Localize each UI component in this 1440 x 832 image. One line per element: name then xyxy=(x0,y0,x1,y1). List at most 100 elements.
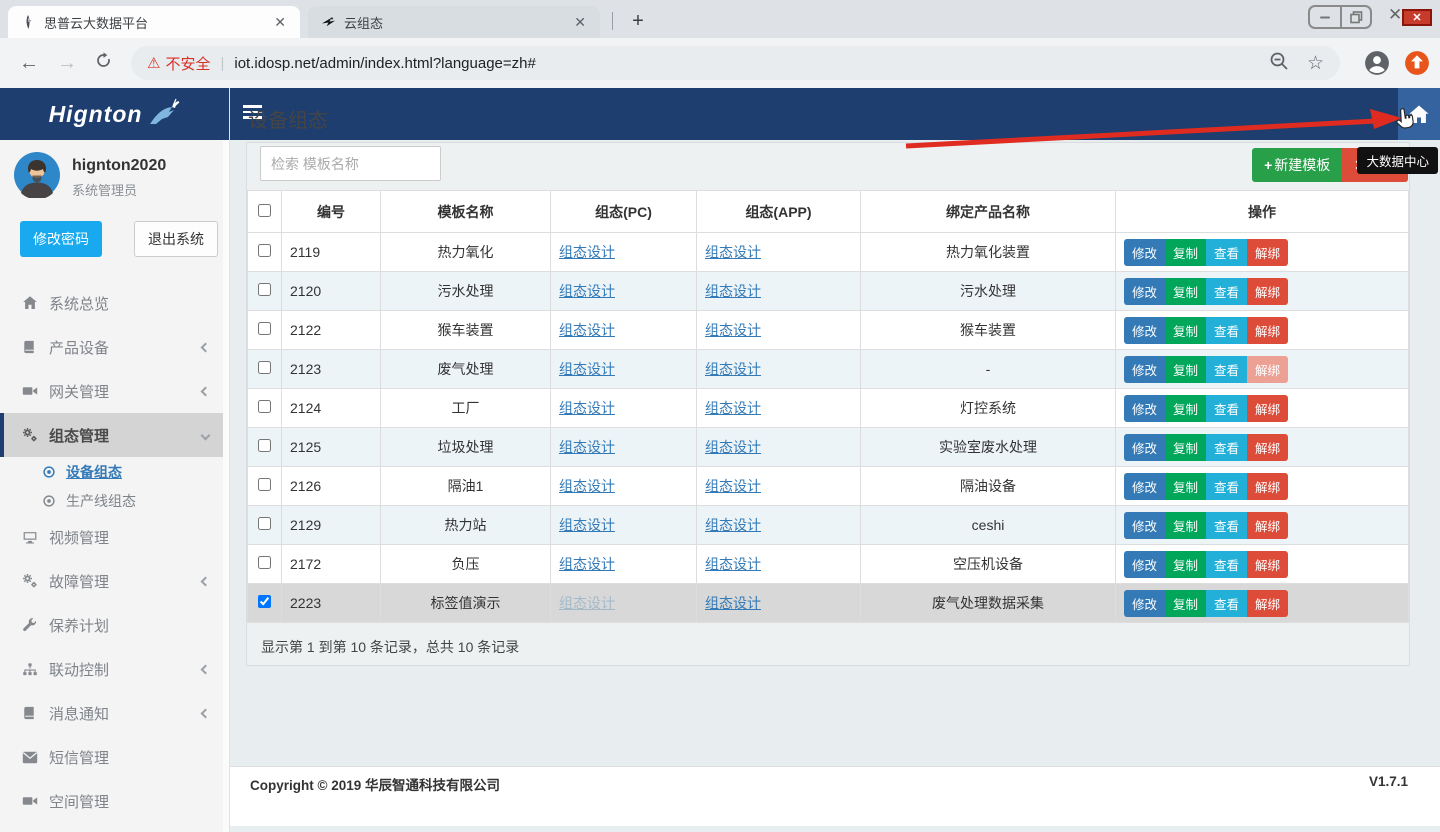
edit-button[interactable]: 修改 xyxy=(1124,356,1165,383)
edit-button[interactable]: 修改 xyxy=(1124,278,1165,305)
bookmark-star-icon[interactable]: ☆ xyxy=(1307,52,1324,75)
app-design-link[interactable]: 组态设计 xyxy=(705,244,761,260)
logout-button[interactable]: 退出系统 xyxy=(134,221,218,257)
row-checkbox[interactable] xyxy=(258,361,271,374)
edit-button[interactable]: 修改 xyxy=(1124,512,1165,539)
edit-button[interactable]: 修改 xyxy=(1124,239,1165,266)
row-checkbox[interactable] xyxy=(258,322,271,335)
zoom-out-icon[interactable] xyxy=(1269,51,1289,76)
pc-design-link[interactable]: 组态设计 xyxy=(559,400,615,416)
row-checkbox[interactable] xyxy=(258,400,271,413)
copy-button[interactable]: 复制 xyxy=(1165,434,1206,461)
app-design-link[interactable]: 组态设计 xyxy=(705,283,761,299)
sidebar-item-line-config[interactable]: 生产线组态 xyxy=(0,486,229,515)
tab-close-icon[interactable]: ✕ xyxy=(270,14,290,31)
app-design-link[interactable]: 组态设计 xyxy=(705,556,761,572)
close-button[interactable]: ✕ ✕ xyxy=(1388,5,1432,29)
row-checkbox[interactable] xyxy=(258,478,271,491)
restore-button[interactable] xyxy=(1340,7,1370,27)
sidebar-item-maintenance-plan[interactable]: 保养计划 xyxy=(0,603,229,647)
tab-platform[interactable]: 思普云大数据平台 ✕ xyxy=(8,6,300,38)
search-input[interactable] xyxy=(260,146,441,181)
sidebar-item-space-mgmt[interactable]: 空间管理 xyxy=(0,779,229,823)
sidebar-item-video-mgmt[interactable]: 视频管理 xyxy=(0,515,229,559)
url-field[interactable]: ⚠ 不安全 | iot.idosp.net/admin/index.html?l… xyxy=(131,46,1340,80)
edit-button[interactable]: 修改 xyxy=(1124,395,1165,422)
unbind-button[interactable]: 解绑 xyxy=(1247,317,1288,344)
sidebar-item-device-config[interactable]: 设备组态 xyxy=(0,457,229,486)
row-checkbox[interactable] xyxy=(258,439,271,452)
copy-button[interactable]: 复制 xyxy=(1165,239,1206,266)
app-design-link[interactable]: 组态设计 xyxy=(705,361,761,377)
sidebar-item-message-notify[interactable]: 消息通知 xyxy=(0,691,229,735)
view-button[interactable]: 查看 xyxy=(1206,356,1247,383)
app-design-link[interactable]: 组态设计 xyxy=(705,400,761,416)
view-button[interactable]: 查看 xyxy=(1206,317,1247,344)
forward-icon[interactable]: → xyxy=(57,52,77,75)
edit-button[interactable]: 修改 xyxy=(1124,317,1165,344)
unbind-button[interactable]: 解绑 xyxy=(1247,239,1288,266)
unbind-button[interactable]: 解绑 xyxy=(1247,278,1288,305)
copy-button[interactable]: 复制 xyxy=(1165,512,1206,539)
row-checkbox[interactable] xyxy=(258,517,271,530)
view-button[interactable]: 查看 xyxy=(1206,473,1247,500)
row-checkbox[interactable] xyxy=(258,556,271,569)
unbind-button[interactable]: 解绑 xyxy=(1247,590,1288,617)
pc-design-link[interactable]: 组态设计 xyxy=(559,361,615,377)
row-checkbox[interactable] xyxy=(258,244,271,257)
row-checkbox[interactable] xyxy=(258,595,271,608)
unbind-button[interactable]: 解绑 xyxy=(1247,473,1288,500)
copy-button[interactable]: 复制 xyxy=(1165,473,1206,500)
tab-cloud-config[interactable]: 云组态 ✕ xyxy=(308,6,600,38)
unbind-button[interactable]: 解绑 xyxy=(1247,356,1288,383)
app-design-link[interactable]: 组态设计 xyxy=(705,478,761,494)
big-data-center-home-button[interactable] xyxy=(1398,88,1440,140)
unbind-button[interactable]: 解绑 xyxy=(1247,551,1288,578)
tab-close-icon[interactable]: ✕ xyxy=(570,14,590,31)
new-tab-button[interactable]: + xyxy=(625,10,651,33)
sidebar-item-config-mgmt[interactable]: 组态管理 xyxy=(0,413,229,457)
profile-avatar-icon[interactable] xyxy=(1364,50,1390,76)
sidebar-item-gateway-mgmt[interactable]: 网关管理 xyxy=(0,369,229,413)
new-template-button[interactable]: +新建模板 xyxy=(1252,148,1342,182)
copy-button[interactable]: 复制 xyxy=(1165,395,1206,422)
view-button[interactable]: 查看 xyxy=(1206,551,1247,578)
view-button[interactable]: 查看 xyxy=(1206,590,1247,617)
change-password-button[interactable]: 修改密码 xyxy=(20,221,102,257)
app-design-link[interactable]: 组态设计 xyxy=(705,595,761,611)
unbind-button[interactable]: 解绑 xyxy=(1247,434,1288,461)
app-design-link[interactable]: 组态设计 xyxy=(705,322,761,338)
app-design-link[interactable]: 组态设计 xyxy=(705,517,761,533)
pc-design-link[interactable]: 组态设计 xyxy=(559,439,615,455)
view-button[interactable]: 查看 xyxy=(1206,434,1247,461)
pc-design-link[interactable]: 组态设计 xyxy=(559,556,615,572)
row-checkbox[interactable] xyxy=(258,283,271,296)
view-button[interactable]: 查看 xyxy=(1206,239,1247,266)
unbind-button[interactable]: 解绑 xyxy=(1247,512,1288,539)
view-button[interactable]: 查看 xyxy=(1206,395,1247,422)
view-button[interactable]: 查看 xyxy=(1206,512,1247,539)
sidebar-item-sms-mgmt[interactable]: 短信管理 xyxy=(0,735,229,779)
pc-design-link[interactable]: 组态设计 xyxy=(559,478,615,494)
edit-button[interactable]: 修改 xyxy=(1124,590,1165,617)
reload-icon[interactable] xyxy=(95,52,112,75)
pc-design-link[interactable]: 组态设计 xyxy=(559,283,615,299)
pc-design-link[interactable]: 组态设计 xyxy=(559,244,615,260)
sidebar-scrollbar[interactable] xyxy=(223,140,229,832)
unbind-button[interactable]: 解绑 xyxy=(1247,395,1288,422)
view-button[interactable]: 查看 xyxy=(1206,278,1247,305)
copy-button[interactable]: 复制 xyxy=(1165,278,1206,305)
copy-button[interactable]: 复制 xyxy=(1165,317,1206,344)
minimize-button[interactable] xyxy=(1310,7,1340,27)
copy-button[interactable]: 复制 xyxy=(1165,356,1206,383)
copy-button[interactable]: 复制 xyxy=(1165,551,1206,578)
back-icon[interactable]: ← xyxy=(19,52,39,75)
pc-design-link[interactable]: 组态设计 xyxy=(559,517,615,533)
app-design-link[interactable]: 组态设计 xyxy=(705,439,761,455)
copy-button[interactable]: 复制 xyxy=(1165,590,1206,617)
edit-button[interactable]: 修改 xyxy=(1124,551,1165,578)
edit-button[interactable]: 修改 xyxy=(1124,434,1165,461)
browser-update-icon[interactable] xyxy=(1404,50,1430,76)
pc-design-link[interactable]: 组态设计 xyxy=(559,595,615,611)
edit-button[interactable]: 修改 xyxy=(1124,473,1165,500)
